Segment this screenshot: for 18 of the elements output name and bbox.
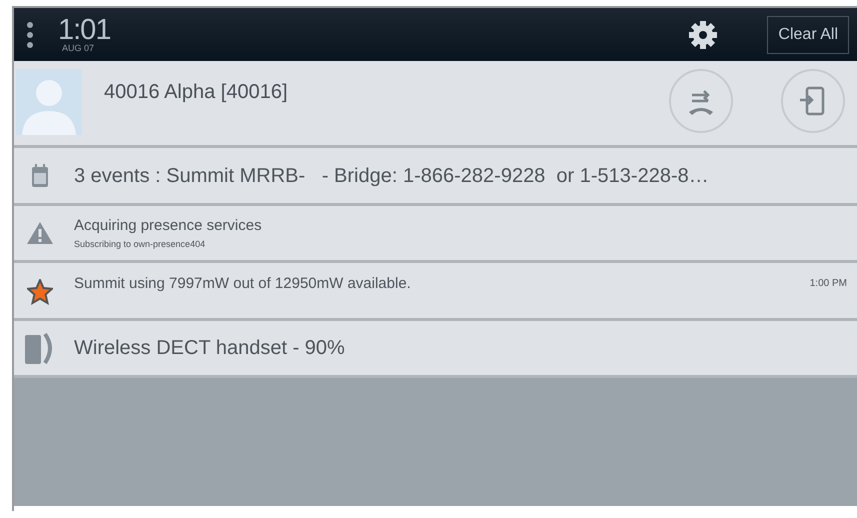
handset-button[interactable]	[781, 69, 845, 133]
avatar-icon	[16, 69, 82, 135]
menu-icon[interactable]	[26, 20, 34, 48]
warning-icon	[26, 221, 54, 245]
clock-date: AUG 07	[62, 42, 96, 52]
transfer-call-button[interactable]	[669, 69, 733, 133]
notification-subtitle: Subscribing to own-presence404	[74, 238, 206, 251]
notification-title: Acquiring presence services	[74, 216, 263, 236]
star-icon	[27, 279, 53, 305]
calendar-icon	[31, 164, 49, 188]
contact-name: 40016 Alpha [40016]	[104, 80, 288, 105]
notification-title: Summit using 7997mW out of 12950mW available.	[74, 274, 412, 294]
notification-time: 1:00 PM	[810, 277, 847, 291]
settings-icon[interactable]	[687, 18, 720, 50]
clock-time: 1:01	[58, 16, 110, 42]
clear-all-button[interactable]: Clear All	[767, 16, 849, 54]
notification-title: Wireless DECT handset - 90%	[74, 336, 346, 361]
notification-title: 3 events : Summit MRRB- - Bridge: 1-866-282-9228 or 1-513-228-8…	[74, 164, 710, 188]
